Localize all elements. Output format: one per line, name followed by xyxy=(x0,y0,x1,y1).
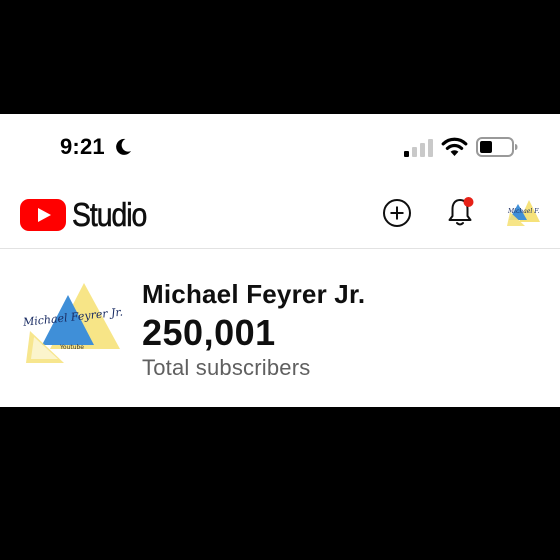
notification-badge xyxy=(463,197,474,207)
app-header: Studio Michael F. xyxy=(0,180,560,249)
bell-icon xyxy=(448,197,474,226)
account-avatar-button[interactable]: Michael F. xyxy=(505,198,541,228)
notifications-button[interactable] xyxy=(446,196,476,228)
screen-frame: 9:21 Studio Michael F. Michael Feyrer Jr… xyxy=(0,0,560,560)
phone-screen: 9:21 Studio Michael F. Michael Feyrer Jr… xyxy=(0,114,560,407)
studio-logo[interactable]: Studio xyxy=(20,196,158,234)
subscriber-count: 250,001 xyxy=(142,312,276,353)
moon-icon xyxy=(116,138,131,155)
channel-avatar[interactable]: Michael Feyrer Jr. Youtube xyxy=(20,279,124,379)
cellular-signal-icon xyxy=(404,139,433,157)
svg-text:Michael F.: Michael F. xyxy=(507,208,539,215)
avatar-icon: Michael F. xyxy=(507,200,540,226)
status-time: 9:21 xyxy=(60,134,105,159)
subscriber-label: Total subscribers xyxy=(142,355,311,380)
channel-name: Michael Feyrer Jr. xyxy=(142,279,366,309)
status-bar: 9:21 xyxy=(0,114,560,180)
battery-icon xyxy=(476,137,518,157)
channel-summary: Michael Feyrer Jr. Youtube Michael Feyre… xyxy=(0,249,560,407)
plus-circle-icon xyxy=(383,199,411,227)
avatar-subtext: Youtube xyxy=(59,344,84,351)
youtube-play-icon xyxy=(20,199,66,231)
wifi-icon xyxy=(441,137,468,156)
logo-text: Studio xyxy=(72,196,148,234)
create-button[interactable] xyxy=(382,198,412,228)
